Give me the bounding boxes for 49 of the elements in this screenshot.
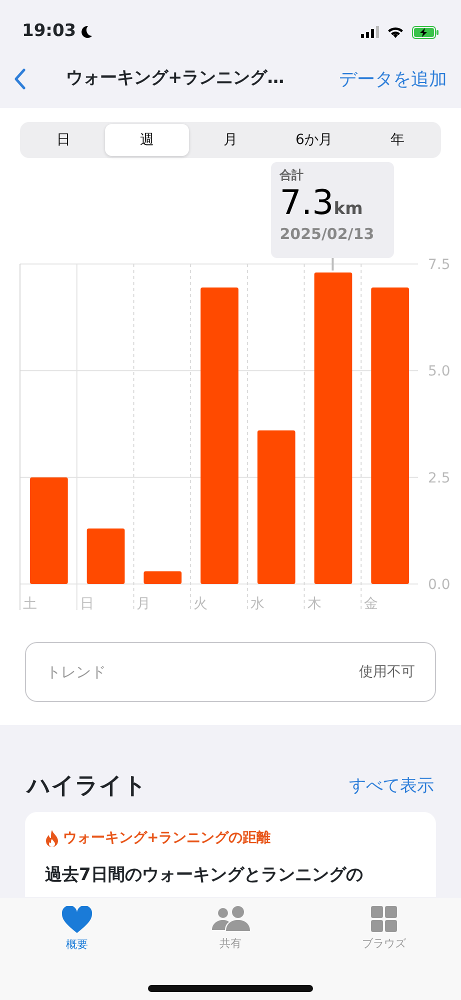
time: 19:03 [22, 20, 76, 44]
trend-row[interactable]: トレンド 使用不可 [25, 642, 436, 702]
highlight-card[interactable]: ウォーキング+ランニングの距離 過去7日間のウォーキングとランニングの [25, 812, 436, 896]
trend-value: 使用不可 [359, 662, 415, 682]
add-data-link[interactable]: データを追加 [339, 66, 447, 92]
segment-tab[interactable]: 6か月 [272, 124, 356, 156]
axis-tick-label: 7.5 [428, 257, 450, 273]
people-icon [212, 906, 250, 932]
heart-icon [62, 906, 92, 933]
show-all-link[interactable]: すべて表示 [349, 774, 434, 799]
axis-category-label: 火 [194, 596, 208, 612]
axis-category-label: 月 [136, 596, 151, 612]
bar[interactable] [86, 528, 125, 584]
trend-label: トレンド [46, 662, 106, 683]
grid-icon [371, 906, 398, 932]
axis-tick-label: 2.5 [428, 470, 450, 486]
tooltip-unit: km [334, 198, 363, 221]
axis-category-label: 土 [23, 596, 37, 612]
tooltip-caption: 合計 [280, 167, 305, 184]
bar[interactable] [30, 477, 68, 584]
tooltip-value: 7.3 [280, 184, 334, 222]
moon-icon [80, 25, 94, 39]
signal-icon [361, 26, 379, 38]
tooltip-date: 2025/02/13 [280, 224, 376, 244]
screen-title: ウォーキング+ランニング… [66, 67, 284, 90]
axis-tick-label: 0.0 [428, 577, 450, 593]
wifi-icon [387, 26, 404, 38]
back-icon[interactable] [14, 68, 26, 90]
axis-category-label: 日 [80, 596, 94, 612]
flame-icon [45, 830, 59, 846]
segment-tab[interactable]: 週 [105, 124, 189, 156]
bar[interactable] [200, 287, 238, 584]
bar[interactable] [371, 287, 409, 584]
bar[interactable] [144, 571, 182, 584]
segment-tab[interactable]: 日 [22, 124, 106, 156]
section-title: ハイライト [27, 772, 147, 801]
bar[interactable] [257, 430, 296, 584]
bar[interactable] [314, 272, 352, 584]
axis-category-label: 水 [250, 596, 264, 612]
segment-tab[interactable]: 月 [188, 124, 272, 156]
segment-tab[interactable]: 年 [356, 124, 440, 156]
highlight-category: ウォーキング+ランニングの距離 [63, 828, 271, 848]
axis-category-label: 木 [307, 596, 322, 612]
axis-category-label: 金 [364, 596, 378, 612]
battery-charging-icon [412, 26, 439, 38]
highlight-text: 過去7日間のウォーキングとランニングの [45, 864, 364, 886]
axis-tick-label: 5.0 [428, 364, 450, 380]
tab-bar-item[interactable]: 概要 [0, 906, 154, 1000]
leader-line [332, 258, 334, 271]
